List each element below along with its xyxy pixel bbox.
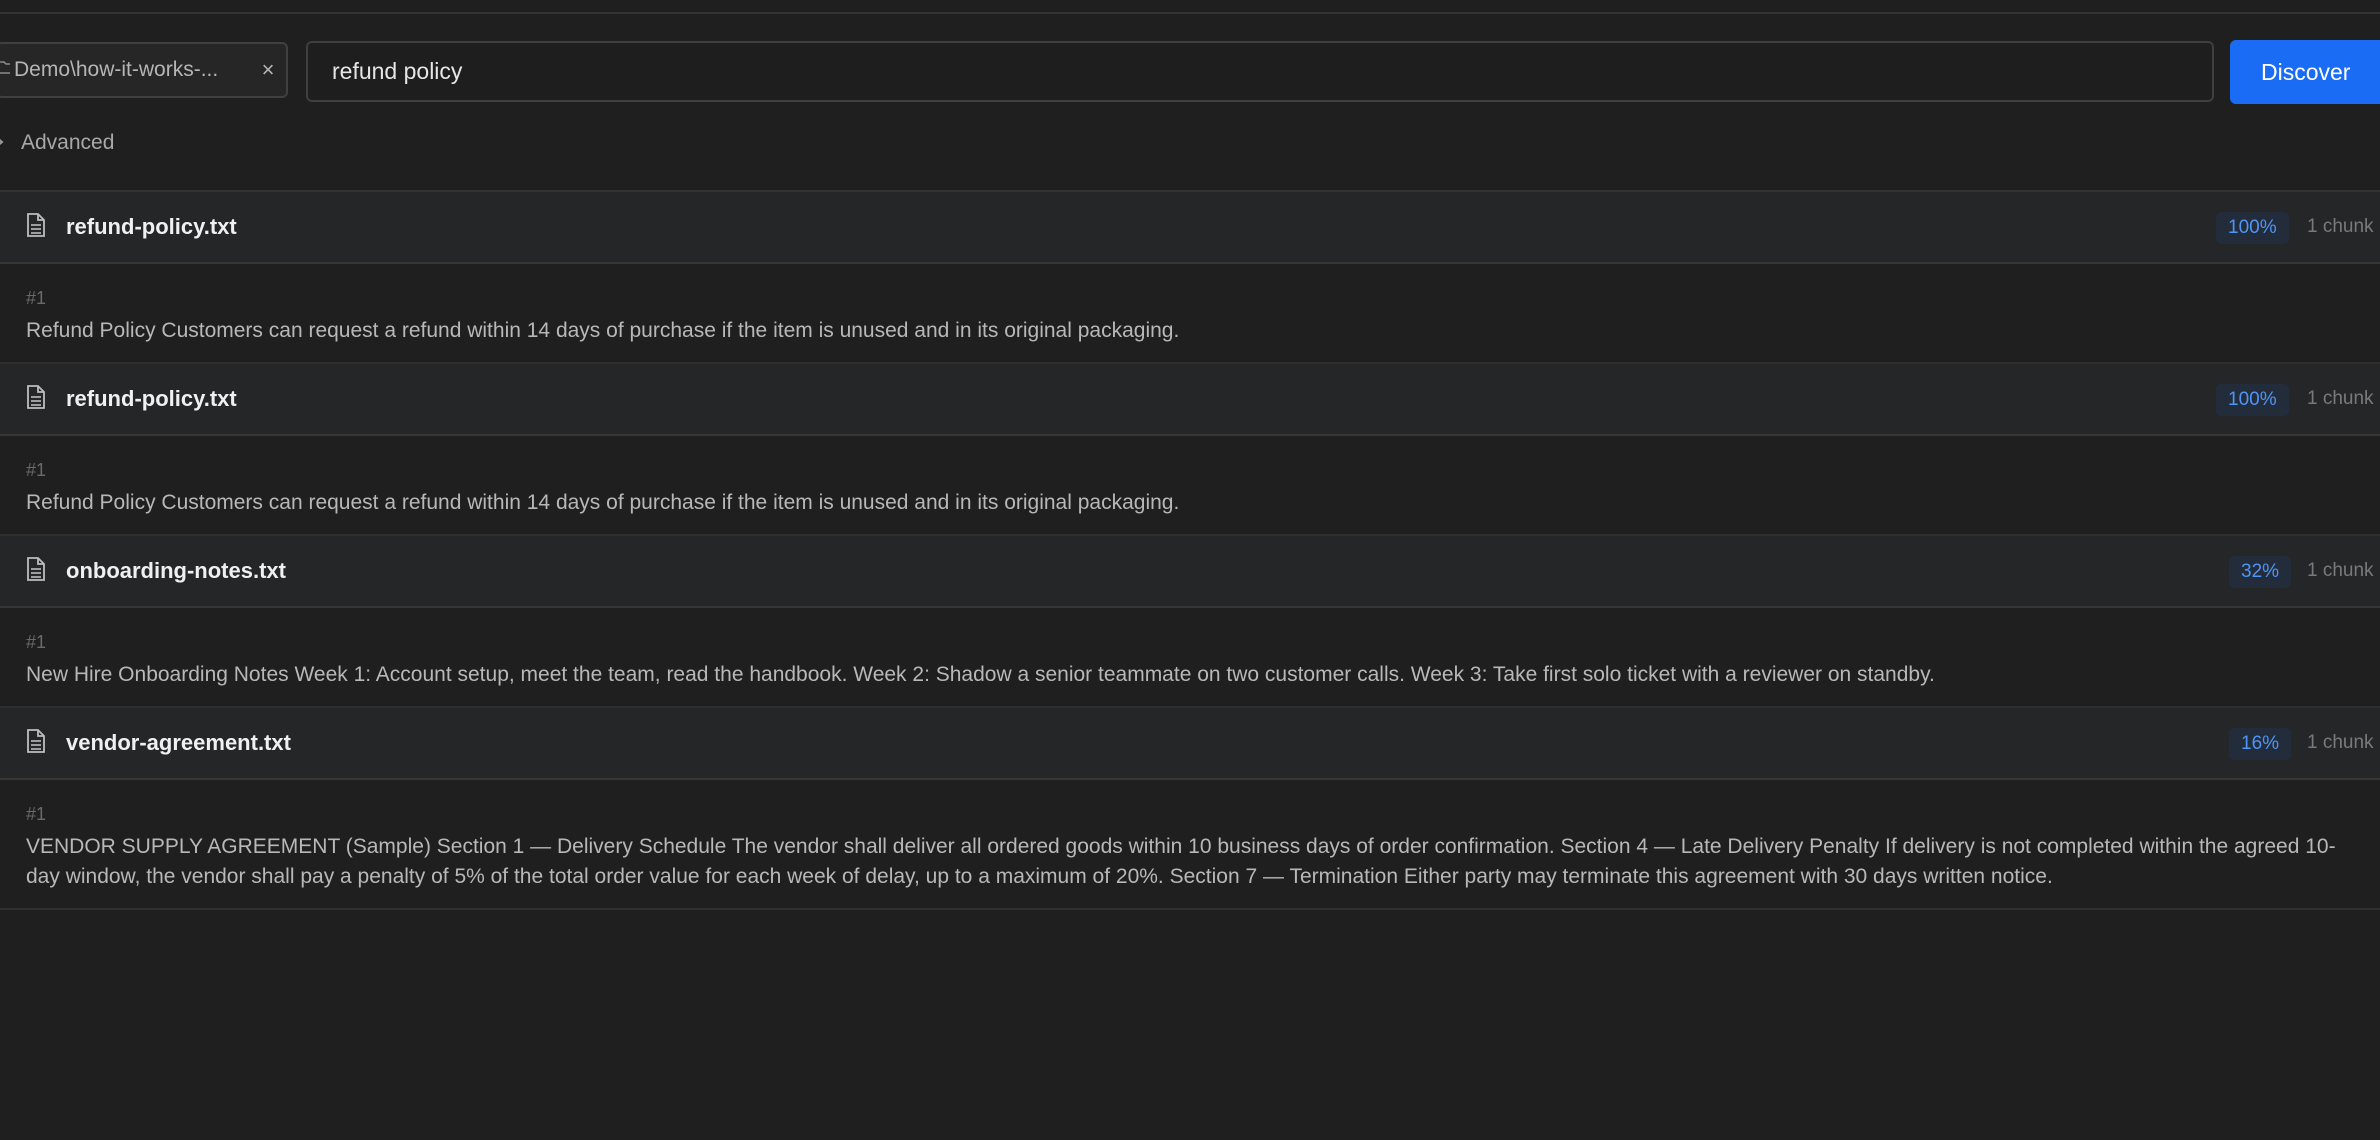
- scope-chip[interactable]: Demo\how-it-works-... ×: [0, 42, 288, 98]
- result-header[interactable]: vendor-agreement.txt 16% 1 chunk: [0, 708, 2380, 780]
- chunk-item[interactable]: #1 Refund Policy Customers can request a…: [0, 436, 2380, 534]
- chunk-text: Refund Policy Customers can request a re…: [26, 491, 1180, 514]
- advanced-label: Advanced: [21, 131, 115, 154]
- chunk-index: #1: [26, 632, 47, 652]
- score-badge: 32%: [2229, 556, 2292, 588]
- chunk-item[interactable]: #1 New Hire Onboarding Notes Week 1: Acc…: [0, 608, 2380, 706]
- chunk-count: 1 chunk: [2307, 216, 2374, 237]
- document-icon: [26, 556, 46, 582]
- result-file-name[interactable]: refund-policy.txt: [66, 386, 237, 412]
- chunk-text: Refund Policy Customers can request a re…: [26, 319, 1180, 342]
- result-file-name[interactable]: refund-policy.txt: [66, 214, 237, 240]
- chevron-right-icon: [0, 133, 12, 154]
- result-group: refund-policy.txt 100% 1 chunk #1 Refund…: [0, 364, 2380, 536]
- score-badge: 16%: [2229, 728, 2292, 760]
- result-header[interactable]: refund-policy.txt 100% 1 chunk: [0, 364, 2380, 436]
- chunk-index: #1: [26, 460, 47, 480]
- result-group: onboarding-notes.txt 32% 1 chunk #1 New …: [0, 536, 2380, 708]
- scope-chip-label: Demo\how-it-works-...: [14, 58, 219, 81]
- advanced-toggle[interactable]: Advanced: [0, 128, 114, 158]
- document-icon: [26, 728, 46, 754]
- document-icon: [26, 384, 46, 410]
- result-group: refund-policy.txt 100% 1 chunk #1 Refund…: [0, 192, 2380, 364]
- chunk-text: VENDOR SUPPLY AGREEMENT (Sample) Section…: [26, 835, 2336, 888]
- results-list: refund-policy.txt 100% 1 chunk #1 Refund…: [0, 190, 2380, 910]
- document-icon: [26, 212, 46, 238]
- chunk-item[interactable]: #1 Refund Policy Customers can request a…: [0, 264, 2380, 362]
- top-divider: [0, 12, 2380, 14]
- chunk-index: #1: [26, 804, 47, 824]
- close-icon[interactable]: ×: [250, 57, 286, 83]
- chunk-count: 1 chunk: [2307, 732, 2374, 753]
- result-header[interactable]: onboarding-notes.txt 32% 1 chunk: [0, 536, 2380, 608]
- result-group: vendor-agreement.txt 16% 1 chunk #1 VEND…: [0, 708, 2380, 910]
- folder-icon: [0, 57, 10, 83]
- chunk-text: New Hire Onboarding Notes Week 1: Accoun…: [26, 663, 1935, 686]
- search-input[interactable]: [306, 41, 2214, 102]
- result-header[interactable]: refund-policy.txt 100% 1 chunk: [0, 192, 2380, 264]
- discover-button[interactable]: Discover: [2230, 40, 2380, 104]
- chunk-index: #1: [26, 288, 47, 308]
- score-badge: 100%: [2216, 384, 2289, 416]
- score-badge: 100%: [2216, 212, 2289, 244]
- chunk-item[interactable]: #1 VENDOR SUPPLY AGREEMENT (Sample) Sect…: [0, 780, 2380, 908]
- chunk-count: 1 chunk: [2307, 388, 2374, 409]
- result-file-name[interactable]: onboarding-notes.txt: [66, 558, 286, 584]
- chunk-count: 1 chunk: [2307, 560, 2374, 581]
- result-file-name[interactable]: vendor-agreement.txt: [66, 730, 291, 756]
